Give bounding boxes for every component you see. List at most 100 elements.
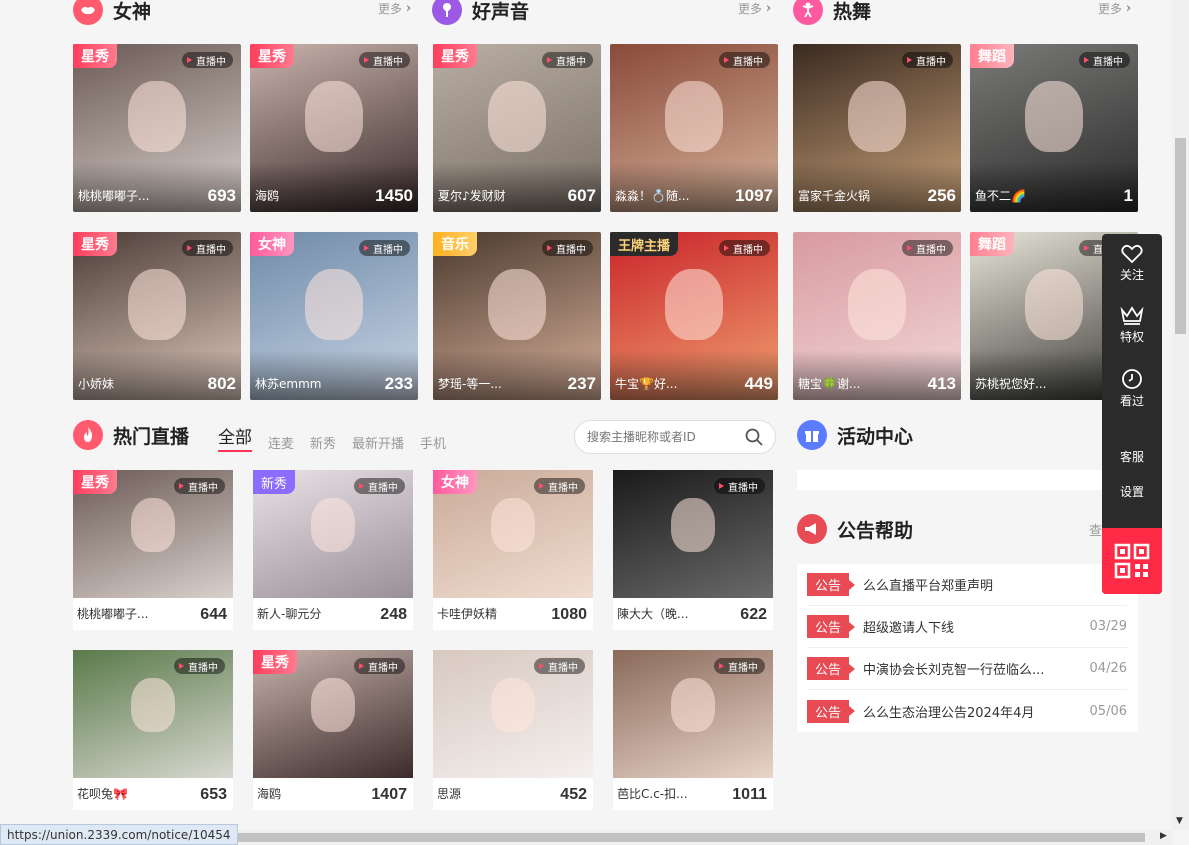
- hot-live-tabs: 全部 连麦 新秀 最新开播 手机: [218, 423, 446, 452]
- category-badge: 星秀: [250, 44, 294, 68]
- tab-all[interactable]: 全部: [218, 423, 252, 452]
- portrait-placeholder: [488, 80, 546, 152]
- stream-card[interactable]: 星秀 直播中 小娇妹 802: [73, 232, 241, 400]
- stream-card[interactable]: 音乐 直播中 梦瑶-等一... 237: [433, 232, 601, 400]
- tab-xinxiu[interactable]: 新秀: [310, 433, 336, 452]
- history-button[interactable]: 看过: [1102, 368, 1162, 409]
- stream-card[interactable]: 女神 直播中 卡哇伊妖精 1080: [433, 470, 593, 630]
- tab-mobile[interactable]: 手机: [420, 433, 446, 452]
- stream-card[interactable]: 直播中 思源 452: [433, 650, 593, 810]
- stream-card[interactable]: 星秀 直播中 海鸥 1407: [253, 650, 413, 810]
- stream-card[interactable]: 星秀 直播中 桃桃嘟嘟子... 693: [73, 44, 241, 212]
- more-link-rewu[interactable]: 更多 ›: [1098, 0, 1131, 17]
- play-icon: [724, 57, 729, 63]
- viewer-count: 802: [207, 374, 236, 393]
- settings-button[interactable]: 设置: [1102, 483, 1162, 500]
- stream-card[interactable]: 女神 直播中 林苏emmm 233: [250, 232, 418, 400]
- customer-service-button[interactable]: 客服: [1102, 448, 1162, 465]
- stream-card[interactable]: 直播中 糖宝🍀谢... 413: [793, 232, 961, 400]
- notice-item[interactable]: 公告 中演协会长刘克智一行莅临么... 04/26: [807, 648, 1127, 690]
- tab-newest[interactable]: 最新开播: [352, 433, 404, 452]
- play-icon: [719, 483, 724, 489]
- viewer-count: 449: [744, 374, 773, 393]
- notice-more-link[interactable]: 查: [1089, 520, 1102, 539]
- vertical-scrollbar[interactable]: [1172, 0, 1189, 830]
- live-indicator: 直播中: [174, 478, 225, 494]
- stream-card[interactable]: 新秀 直播中 新人-聊元分 248: [253, 470, 413, 630]
- category-badge: 星秀: [73, 44, 117, 68]
- stream-card[interactable]: 直播中 陳大大（晚... 622: [613, 470, 773, 630]
- stream-card[interactable]: 舞蹈 直播中 鱼不二🌈 1: [970, 44, 1138, 212]
- status-bar-url: https://union.2339.com/notice/10454: [0, 824, 238, 845]
- dancer-icon: [793, 0, 823, 25]
- stream-card[interactable]: 王牌主播 直播中 牛宝🏆好... 449: [610, 232, 778, 400]
- streamer-name: 桃桃嘟嘟子...: [77, 607, 149, 621]
- streamer-name: 芭比C.c-扣...: [617, 787, 688, 801]
- streamer-name: 桃桃嘟嘟子...: [78, 189, 150, 203]
- qr-code-button[interactable]: [1102, 528, 1162, 594]
- viewer-count: 607: [567, 186, 596, 205]
- portrait-placeholder: [1025, 268, 1083, 340]
- streamer-name: 鱼不二🌈: [975, 189, 1026, 203]
- viewer-count: 1011: [732, 786, 767, 803]
- horizontal-scroll-thumb[interactable]: [210, 833, 1145, 842]
- streamer-name: 夏尔♪发财财: [438, 189, 506, 203]
- category-badge: 王牌主播: [610, 232, 679, 256]
- stream-card[interactable]: 直播中 淼淼！💍随... 1097: [610, 44, 778, 212]
- follow-button[interactable]: 关注: [1102, 244, 1162, 283]
- streamer-name: 糖宝🍀谢...: [798, 377, 861, 391]
- play-icon: [187, 245, 192, 251]
- category-title: 热舞: [833, 0, 872, 23]
- vertical-scroll-thumb[interactable]: [1175, 138, 1186, 334]
- stream-card[interactable]: 星秀 直播中 夏尔♪发财财 607: [433, 44, 601, 212]
- scroll-right-arrow-icon[interactable]: ▶: [1160, 831, 1167, 841]
- portrait-placeholder: [665, 80, 723, 152]
- notice-item[interactable]: 公告么么直播平台郑重声明1: [807, 564, 1127, 606]
- notice-title: 公告帮助: [837, 519, 914, 542]
- category-badge: 星秀: [73, 470, 117, 494]
- stream-card[interactable]: 星秀 直播中 海鸥 1450: [250, 44, 418, 212]
- viewer-count: 693: [207, 186, 236, 205]
- play-icon: [359, 483, 364, 489]
- more-link-nvshen[interactable]: 更多 ›: [378, 0, 411, 17]
- play-icon: [907, 57, 912, 63]
- page: 女神 更多 › 好声音 更多 › 热舞 更多 › 星秀 直播中 桃桃嘟嘟子... 693 星秀…: [0, 0, 1189, 845]
- heart-outline-icon: [1121, 244, 1143, 264]
- stream-card[interactable]: 直播中芭比C.c-扣... 1011: [613, 650, 773, 810]
- live-indicator: 直播中: [1079, 52, 1130, 68]
- streamer-name: 小娇妹: [78, 377, 115, 391]
- chevron-right-icon: ›: [1126, 1, 1132, 16]
- play-icon: [719, 663, 724, 669]
- stream-card[interactable]: 直播中 花呗兔🎀 653: [73, 650, 233, 810]
- play-icon: [179, 663, 184, 669]
- stream-card[interactable]: 直播中 富家千金火锅 256: [793, 44, 961, 212]
- live-indicator: 直播中: [902, 240, 953, 256]
- stream-card[interactable]: 星秀 直播中桃桃嘟嘟子... 644: [73, 470, 233, 630]
- privilege-button[interactable]: 特权: [1102, 306, 1162, 345]
- live-indicator: 直播中: [714, 658, 765, 674]
- play-icon: [359, 663, 364, 669]
- search-icon[interactable]: [745, 428, 763, 446]
- notice-item[interactable]: 公告 超级邀请人下线 03/29: [807, 606, 1127, 648]
- play-icon: [187, 57, 192, 63]
- portrait-placeholder: [671, 498, 715, 552]
- streamer-name: 淼淼！💍随...: [615, 189, 690, 203]
- activity-box: [797, 470, 1138, 490]
- tab-lianmai[interactable]: 连麦: [268, 433, 294, 452]
- viewer-count: 644: [200, 606, 227, 623]
- viewer-count: 237: [567, 374, 596, 393]
- portrait-placeholder: [131, 498, 175, 552]
- portrait-placeholder: [305, 80, 363, 152]
- qr-code-icon: [1114, 543, 1150, 579]
- notice-item[interactable]: 公告 么么生态治理公告2024年4月 05/06: [807, 690, 1127, 732]
- scroll-down-arrow-icon[interactable]: ▼: [1176, 816, 1183, 826]
- streamer-name: 梦瑶-等一...: [438, 377, 502, 391]
- crown-icon: [1120, 306, 1144, 325]
- more-link-haoshengyin[interactable]: 更多 ›: [738, 0, 771, 17]
- category-badge: 女神: [250, 232, 294, 256]
- search-input[interactable]: [587, 430, 745, 444]
- play-icon: [547, 245, 552, 251]
- live-indicator: 直播中: [354, 478, 405, 494]
- viewer-count: 1080: [551, 606, 587, 623]
- notice-header: 公告帮助: [797, 514, 913, 544]
